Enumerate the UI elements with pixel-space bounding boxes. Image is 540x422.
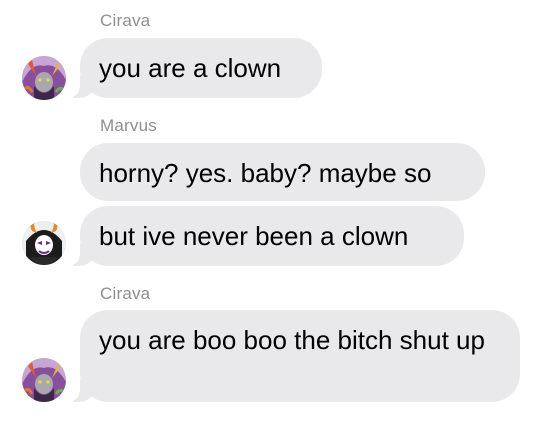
message-text: you are boo boo the bitch shut up bbox=[99, 325, 485, 355]
cirava-avatar[interactable] bbox=[22, 56, 66, 100]
message-text: horny? yes. baby? maybe so bbox=[99, 158, 432, 188]
sender-name: Cirava bbox=[100, 11, 151, 30]
message-bubble[interactable]: but ive never been a clown bbox=[54, 206, 464, 266]
message-thread: Cirava you are a clown Marvus horny? yes… bbox=[0, 0, 540, 422]
message-text: but ive never been a clown bbox=[99, 221, 409, 251]
sender-name: Cirava bbox=[100, 284, 151, 303]
message-text: you are a clown bbox=[99, 53, 282, 83]
cirava-avatar[interactable] bbox=[22, 358, 66, 402]
message-bubble[interactable]: you are boo boo the bitch shut up bbox=[54, 310, 520, 402]
message-bubble[interactable]: you are a clown bbox=[54, 38, 322, 98]
marvus-avatar[interactable] bbox=[22, 221, 66, 265]
message-bubble[interactable]: horny? yes. baby? maybe so bbox=[80, 143, 485, 201]
sender-name: Marvus bbox=[100, 116, 157, 135]
